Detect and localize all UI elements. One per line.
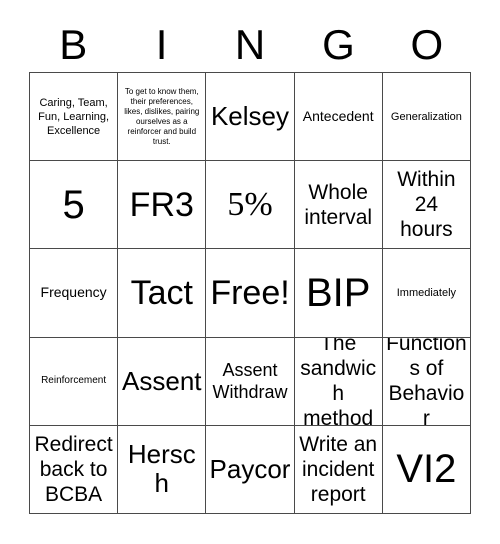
bingo-cell[interactable]: 5% bbox=[206, 161, 295, 250]
bingo-cell[interactable]: Generalization bbox=[382, 73, 471, 162]
bingo-cell[interactable]: Antecedent bbox=[294, 73, 383, 162]
bingo-cell-text: Kelsey bbox=[210, 101, 290, 132]
bingo-grid: Caring, Team, Fun, Learning, Excellence T… bbox=[29, 72, 471, 514]
bingo-cell-text: Paycor bbox=[209, 453, 291, 484]
bingo-cell[interactable]: 5 bbox=[30, 161, 119, 250]
bingo-cell[interactable]: FR3 bbox=[118, 161, 207, 250]
bingo-cell-text: The sandwich method bbox=[300, 337, 377, 426]
bingo-cell-text: Tact bbox=[130, 273, 193, 312]
bingo-cell-text: 5% bbox=[227, 185, 273, 223]
bingo-cell[interactable]: The sandwich method bbox=[294, 337, 383, 426]
bingo-cell-text: Reinforcement bbox=[41, 375, 107, 387]
bingo-cell[interactable]: Functions of Behavior bbox=[382, 337, 471, 426]
bingo-cell-text: Immediately bbox=[396, 286, 457, 299]
bingo-cell-text: Assent Withdraw bbox=[212, 360, 288, 403]
bingo-cell-text: 5 bbox=[62, 182, 85, 227]
bingo-cell[interactable]: BIP bbox=[294, 249, 383, 338]
bingo-header-letter-i: I bbox=[155, 21, 168, 68]
bingo-cell-text: Frequency bbox=[40, 284, 107, 301]
bingo-cell-text: Hersch bbox=[127, 439, 196, 499]
bingo-cell[interactable]: VI2 bbox=[382, 425, 471, 514]
bingo-cell[interactable]: Caring, Team, Fun, Learning, Excellence bbox=[30, 73, 119, 162]
bingo-cell-free-space[interactable]: Free! bbox=[206, 249, 295, 338]
bingo-cell[interactable]: Tact bbox=[118, 249, 207, 338]
bingo-cell[interactable]: Assent Withdraw bbox=[206, 337, 295, 426]
bingo-cell-text: Functions of Behavior bbox=[386, 337, 467, 426]
bingo-cell-text: VI2 bbox=[396, 447, 457, 492]
bingo-cell[interactable]: Assent bbox=[118, 337, 207, 426]
bingo-cell-text: Antecedent bbox=[302, 108, 374, 125]
bingo-cell[interactable]: Immediately bbox=[382, 249, 471, 338]
bingo-cell-text: Caring, Team, Fun, Learning, Excellence bbox=[38, 96, 110, 137]
bingo-header-row: B I N G O bbox=[29, 18, 471, 72]
bingo-cell-text: Write an incident report bbox=[299, 432, 378, 506]
bingo-card: B I N G O Caring, Team, Fun, Learning, E… bbox=[0, 0, 500, 544]
bingo-cell[interactable]: Paycor bbox=[206, 425, 295, 514]
bingo-cell[interactable]: Within 24 hours bbox=[382, 161, 471, 250]
bingo-cell-text: BIP bbox=[305, 270, 371, 315]
bingo-cell[interactable]: Write an incident report bbox=[294, 425, 383, 514]
bingo-cell[interactable]: Kelsey bbox=[206, 73, 295, 162]
bingo-header-letter-o: O bbox=[410, 21, 444, 68]
bingo-cell-text: Within 24 hours bbox=[397, 168, 456, 242]
bingo-cell[interactable]: To get to know them, their preferences, … bbox=[118, 73, 207, 162]
bingo-header-letter-g: G bbox=[322, 21, 355, 68]
bingo-cell[interactable]: Hersch bbox=[118, 425, 207, 514]
bingo-cell-text: FR3 bbox=[129, 185, 194, 224]
bingo-cell-text: Free! bbox=[210, 273, 290, 312]
bingo-cell[interactable]: Redirect back to BCBA bbox=[30, 425, 119, 514]
bingo-cell-text: To get to know them, their preferences, … bbox=[124, 86, 200, 146]
bingo-cell[interactable]: Reinforcement bbox=[30, 337, 119, 426]
bingo-cell[interactable]: Frequency bbox=[30, 249, 119, 338]
bingo-header-letter-b: B bbox=[59, 21, 88, 68]
bingo-cell-text: Generalization bbox=[390, 110, 462, 123]
bingo-cell-text: Redirect back to BCBA bbox=[34, 432, 113, 506]
bingo-cell[interactable]: Whole interval bbox=[294, 161, 383, 250]
bingo-cell-text: Assent bbox=[122, 365, 202, 396]
bingo-header-letter-n: N bbox=[234, 21, 266, 68]
bingo-cell-text: Whole interval bbox=[304, 180, 373, 229]
